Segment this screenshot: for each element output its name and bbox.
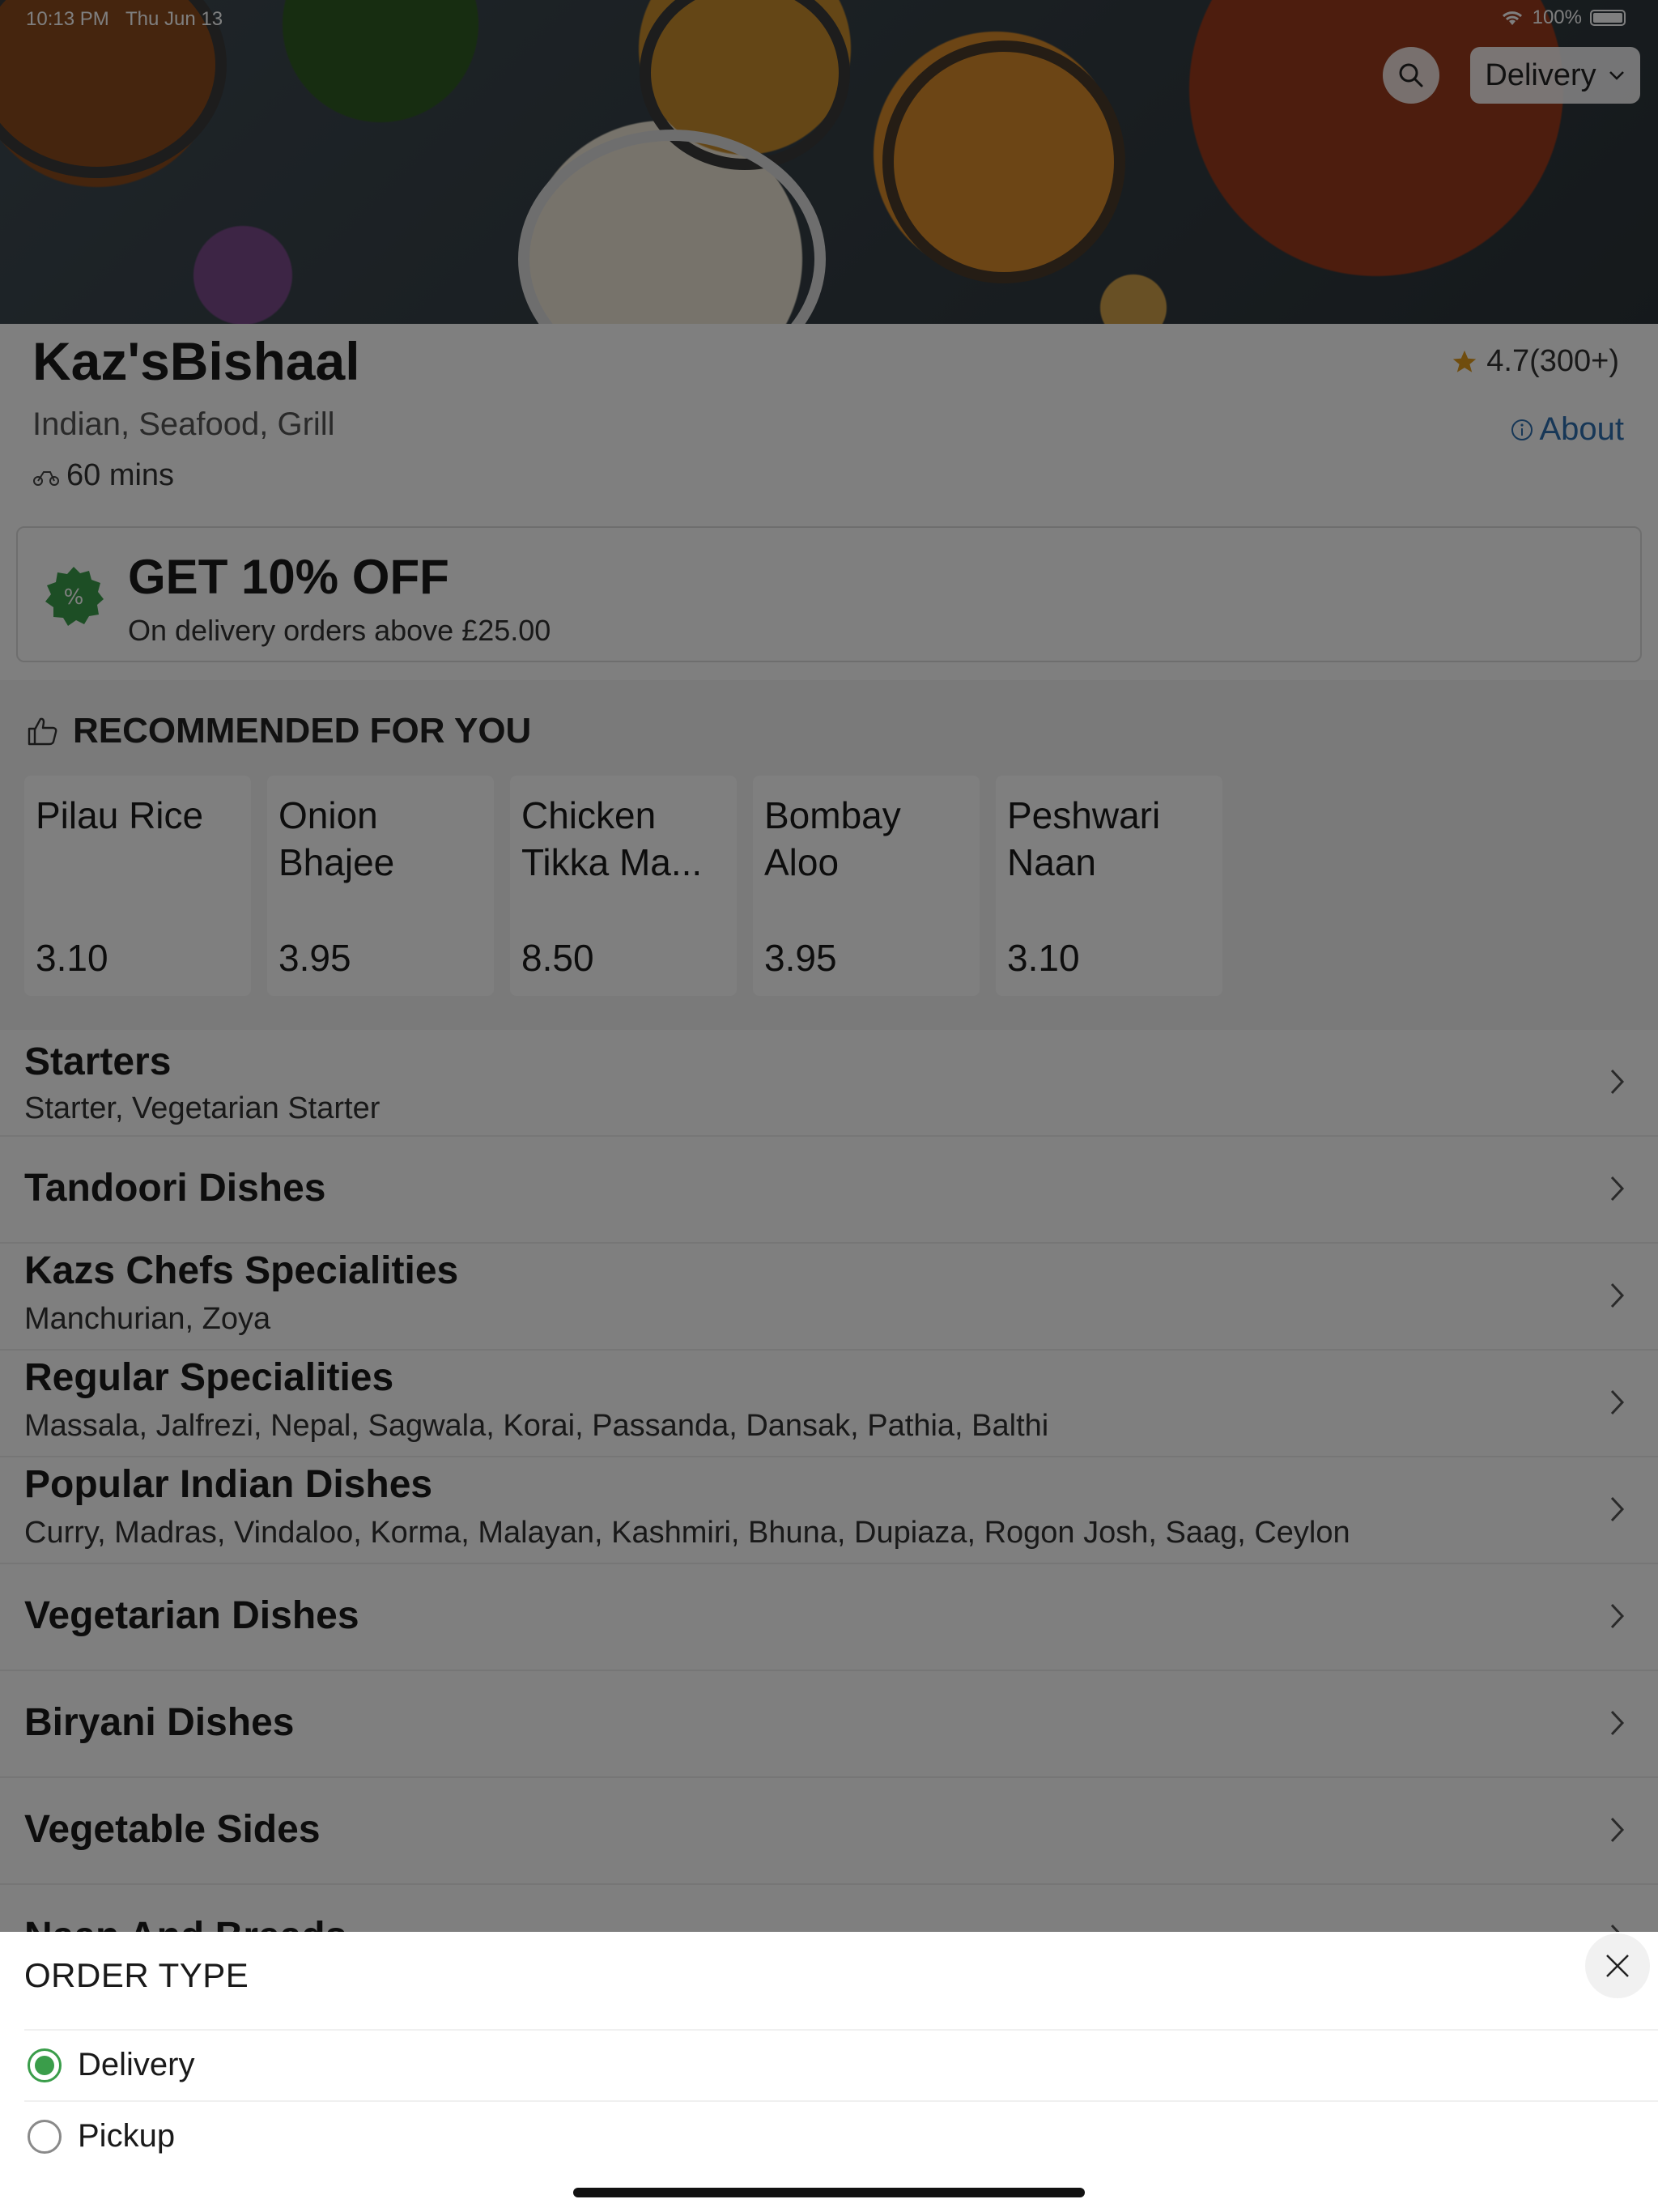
- home-indicator[interactable]: [573, 2188, 1085, 2197]
- modal-backdrop[interactable]: [0, 0, 1658, 1932]
- divider: [24, 2100, 1658, 2102]
- order-type-sheet: ORDER TYPE Delivery Pickup: [0, 1932, 1658, 2212]
- option-label: Pickup: [78, 2118, 176, 2154]
- close-icon: [1606, 1955, 1629, 1977]
- order-option-delivery[interactable]: Delivery: [28, 2047, 194, 2083]
- radio-selected[interactable]: [28, 2048, 62, 2082]
- order-option-pickup[interactable]: Pickup: [28, 2118, 175, 2155]
- sheet-title: ORDER TYPE: [24, 1956, 249, 1994]
- radio-unselected[interactable]: [28, 2119, 62, 2154]
- option-label: Delivery: [78, 2047, 195, 2082]
- close-button[interactable]: [1585, 1933, 1650, 1998]
- divider: [24, 2029, 1658, 2031]
